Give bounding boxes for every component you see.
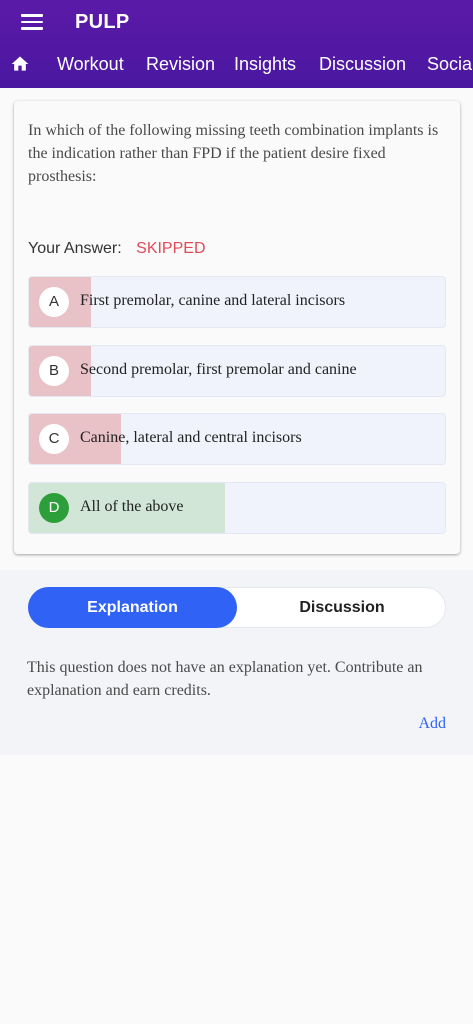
your-answer-row: Your Answer: SKIPPED xyxy=(28,240,206,258)
question-card: In which of the following missing teeth … xyxy=(14,101,460,554)
option-a-letter: A xyxy=(39,287,69,317)
option-d-letter: D xyxy=(39,493,69,523)
option-a[interactable]: A First premolar, canine and lateral inc… xyxy=(28,276,446,328)
add-explanation-link[interactable]: Add xyxy=(418,715,446,733)
explanation-text: This question does not have an explanati… xyxy=(27,659,423,699)
tab-insights[interactable]: Insights xyxy=(234,54,296,75)
your-answer-label: Your Answer: xyxy=(28,240,122,257)
top-bar: PULP xyxy=(0,0,473,44)
nav-tabs: Workout Revision Insights Discussion Soc… xyxy=(0,44,473,86)
option-b[interactable]: B Second premolar, first premolar and ca… xyxy=(28,345,446,397)
tab-discussion[interactable]: Discussion xyxy=(319,54,406,75)
tab-social[interactable]: Social xyxy=(427,54,473,75)
home-icon[interactable] xyxy=(10,54,30,74)
question-text: In which of the following missing teeth … xyxy=(28,122,439,185)
option-d-text: All of the above xyxy=(80,498,184,515)
option-b-text: Second premolar, first premolar and cani… xyxy=(80,361,357,378)
app-bar: PULP Workout Revision Insights Discussio… xyxy=(0,0,473,88)
option-b-letter: B xyxy=(39,356,69,386)
explanation-panel: Explanation Discussion This question doe… xyxy=(0,570,473,755)
your-answer-value: SKIPPED xyxy=(136,240,206,257)
explanation-tab[interactable]: Explanation xyxy=(28,587,237,628)
option-c-text: Canine, lateral and central incisors xyxy=(80,429,302,446)
option-a-text: First premolar, canine and lateral incis… xyxy=(80,292,346,309)
option-c[interactable]: C Canine, lateral and central incisors xyxy=(28,413,446,465)
option-c-letter: C xyxy=(39,424,69,454)
discussion-tab[interactable]: Discussion xyxy=(237,587,447,628)
app-title: PULP xyxy=(75,11,130,33)
tab-revision[interactable]: Revision xyxy=(146,54,215,75)
hamburger-menu-icon[interactable] xyxy=(21,14,43,30)
tab-workout[interactable]: Workout xyxy=(57,54,124,75)
option-d[interactable]: D All of the above xyxy=(28,482,446,534)
explanation-toggle: Explanation Discussion xyxy=(28,587,446,628)
